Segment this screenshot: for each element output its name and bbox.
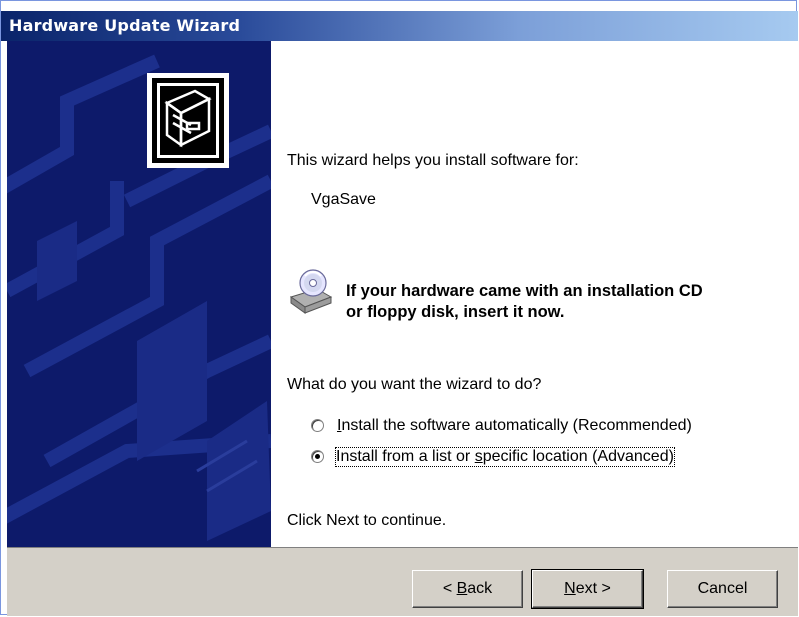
button-bar: < Back Next > Cancel	[7, 547, 798, 616]
cd-notice-line-2: or floppy disk, insert it now.	[346, 303, 565, 321]
radio-specific-location[interactable]	[311, 450, 324, 463]
wizard-content: This wizard helps you install software f…	[271, 41, 799, 547]
next-button[interactable]: Next >	[531, 569, 644, 609]
cd-drive-icon	[287, 267, 335, 315]
hardware-box-icon	[147, 73, 229, 168]
cd-notice-line-1: If your hardware came with an installati…	[346, 282, 703, 300]
radio-automatic[interactable]	[311, 419, 324, 432]
device-name: VgaSave	[311, 191, 376, 208]
radio-specific-location-label[interactable]: Install from a list or specific location…	[335, 447, 675, 467]
cancel-button[interactable]: Cancel	[667, 570, 778, 608]
question-text: What do you want the wizard to do?	[287, 376, 542, 393]
radio-automatic-label[interactable]: Install the software automatically (Reco…	[337, 417, 692, 435]
footer-hint: Click Next to continue.	[287, 512, 447, 529]
wizard-side-banner	[7, 41, 271, 547]
radio-option-specific-location[interactable]: Install from a list or specific location…	[311, 447, 751, 468]
window-title: Hardware Update Wizard	[9, 16, 241, 35]
banner-graphic	[7, 54, 271, 541]
back-button[interactable]: < Back	[412, 570, 523, 608]
radio-option-automatic[interactable]: Install the software automatically (Reco…	[311, 417, 751, 437]
intro-text: This wizard helps you install software f…	[287, 152, 579, 169]
wizard-window: Hardware Update Wizard This wizard helps…	[0, 0, 799, 616]
title-bar[interactable]: Hardware Update Wizard	[1, 11, 798, 41]
